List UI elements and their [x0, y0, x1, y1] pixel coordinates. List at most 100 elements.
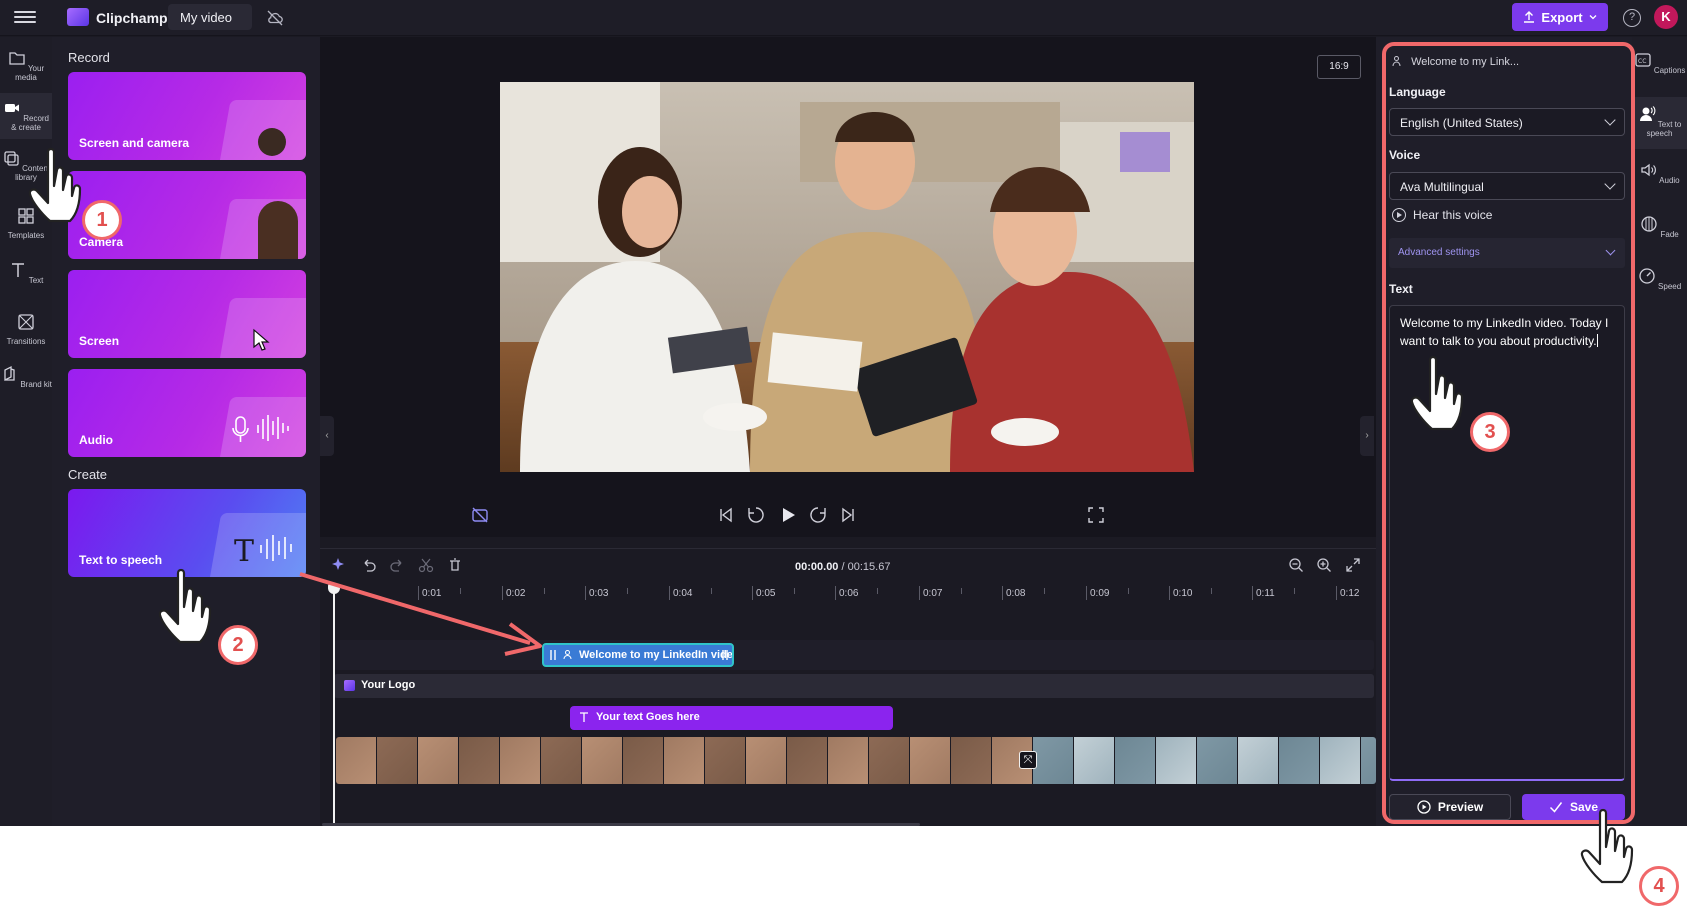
video-frame-thumbnail — [746, 737, 787, 784]
person-thumbnail — [258, 201, 298, 259]
ruler-tick — [585, 586, 586, 600]
card-camera[interactable]: Camera — [68, 171, 306, 259]
sidebar-item-label: Text — [28, 276, 44, 285]
ruler-tick — [1169, 586, 1170, 600]
speed-icon — [1639, 268, 1655, 284]
sidebar-item-audio[interactable]: Audio — [1632, 161, 1687, 186]
video-frame-thumbnail — [582, 737, 623, 784]
record-heading: Record — [68, 50, 110, 65]
collapse-right-panel-button[interactable]: › — [1360, 416, 1374, 456]
app-name: Clipchamp — [96, 10, 168, 26]
card-screen[interactable]: Screen — [68, 270, 306, 358]
video-frame-thumbnail — [1238, 737, 1279, 784]
sidebar-item-label: Audio — [1659, 176, 1680, 185]
redo-icon[interactable] — [389, 557, 405, 573]
fullscreen-icon[interactable] — [1086, 505, 1106, 525]
playhead[interactable] — [333, 586, 335, 826]
text-overlay-clip[interactable]: Your text Goes here — [570, 706, 893, 730]
video-track[interactable] — [336, 737, 1376, 784]
sidebar-item-speed[interactable]: Speed — [1632, 267, 1687, 292]
sidebar-item-your-media[interactable]: Your media — [0, 49, 52, 83]
menu-icon[interactable] — [14, 8, 36, 28]
card-screen-and-camera[interactable]: Screen and camera — [68, 72, 306, 160]
card-audio[interactable]: Audio — [68, 369, 306, 457]
ruler-tick — [835, 586, 836, 600]
timeline-scrollbar[interactable] — [322, 823, 920, 826]
sidebar-item-brand-kit[interactable]: Brand kit — [0, 365, 52, 390]
ruler-minor-tick — [544, 588, 545, 594]
ruler-tick — [1252, 586, 1253, 600]
text-glyph-icon: T — [233, 534, 254, 569]
video-camera-icon — [4, 104, 19, 112]
zoom-out-icon[interactable] — [1288, 557, 1304, 573]
undo-icon[interactable] — [361, 557, 377, 573]
ruler-tick-label: 0:02 — [506, 588, 526, 599]
sidebar-item-captions[interactable]: CC Captions — [1632, 51, 1687, 76]
sidebar-item-label: Brand kit — [20, 380, 52, 389]
export-button[interactable]: Export — [1512, 3, 1608, 31]
collapse-left-panel-button[interactable]: ‹ — [320, 416, 334, 456]
forward-5-icon[interactable] — [808, 505, 828, 525]
ruler-tick — [1086, 586, 1087, 600]
sidebar-item-templates[interactable]: Templates — [0, 207, 52, 241]
sidebar-item-record-create[interactable]: Record & create — [0, 93, 52, 139]
export-label: Export — [1541, 9, 1583, 25]
video-frame-thumbnail — [1361, 737, 1376, 784]
avatar[interactable]: K — [1654, 5, 1678, 29]
ruler-tick-label: 0:03 — [589, 588, 609, 599]
rewind-5-icon[interactable] — [746, 505, 766, 525]
zoom-in-icon[interactable] — [1316, 557, 1332, 573]
fit-timeline-icon[interactable] — [1345, 557, 1361, 573]
left-sidebar: Your media Record & create Content libra… — [0, 37, 52, 826]
top-bar: Clipchamp My video Export ? K — [0, 0, 1687, 36]
sparkle-icon[interactable] — [330, 557, 346, 573]
skip-forward-icon[interactable] — [838, 505, 858, 525]
clip-label: Your text Goes here — [596, 711, 700, 723]
tts-audio-clip[interactable]: Welcome to my LinkedIn vide — [542, 643, 734, 667]
ruler-tick-label: 0:10 — [1173, 588, 1193, 599]
transitions-icon — [18, 314, 34, 330]
folder-icon — [9, 52, 25, 65]
sidebar-item-label: Captions — [1653, 66, 1686, 75]
cloud-sync-off-icon[interactable] — [266, 9, 284, 27]
trim-handle-left-icon[interactable] — [549, 648, 557, 662]
skip-back-icon[interactable] — [716, 505, 736, 525]
video-frame-thumbnail — [418, 737, 459, 784]
card-label: Screen — [79, 334, 120, 348]
aspect-ratio-button[interactable]: 16:9 — [1317, 55, 1361, 79]
logo-track-clip[interactable]: Your Logo — [334, 674, 1374, 698]
sidebar-item-text[interactable]: Text — [0, 261, 52, 286]
fade-icon — [1641, 216, 1657, 232]
svg-text:CC: CC — [1638, 58, 1646, 65]
video-frame-thumbnail — [1156, 737, 1197, 784]
project-title-input[interactable]: My video — [168, 4, 252, 30]
card-text-to-speech[interactable]: T Text to speech — [68, 489, 306, 577]
trim-handle-right-icon[interactable] — [721, 648, 729, 662]
magic-edit-icon[interactable] — [470, 505, 490, 525]
transition-icon[interactable]: ⤧ — [1019, 751, 1037, 769]
speaker-icon — [1641, 163, 1657, 177]
clip-label: Your Logo — [361, 679, 416, 691]
video-frame-thumbnail — [541, 737, 582, 784]
ruler-minor-tick — [794, 588, 795, 594]
help-icon[interactable]: ? — [1623, 9, 1641, 27]
video-preview[interactable] — [500, 82, 1194, 472]
sidebar-item-label: Fade — [1660, 230, 1679, 239]
sidebar-item-transitions[interactable]: Transitions — [0, 313, 52, 347]
sidebar-item-fade[interactable]: Fade — [1632, 215, 1687, 240]
ruler-tick-label: 0:07 — [923, 588, 943, 599]
clipchamp-editor: Clipchamp My video Export ? K Your media… — [0, 0, 1687, 826]
video-frame-thumbnail — [377, 737, 418, 784]
sidebar-item-text-to-speech[interactable]: Text to speech — [1632, 97, 1687, 149]
video-frame-thumbnail — [1074, 737, 1115, 784]
clip-label: Welcome to my LinkedIn vide — [579, 649, 733, 661]
presenter-thumbnail — [258, 128, 286, 156]
delete-icon[interactable] — [447, 557, 463, 573]
play-icon[interactable] — [778, 505, 798, 525]
upload-icon — [1524, 11, 1535, 23]
ruler-tick — [1002, 586, 1003, 600]
sidebar-item-content-library[interactable]: Content library — [0, 149, 52, 183]
video-frame-thumbnail — [1320, 737, 1361, 784]
scissors-icon[interactable] — [418, 557, 434, 573]
video-frame-thumbnail — [664, 737, 705, 784]
